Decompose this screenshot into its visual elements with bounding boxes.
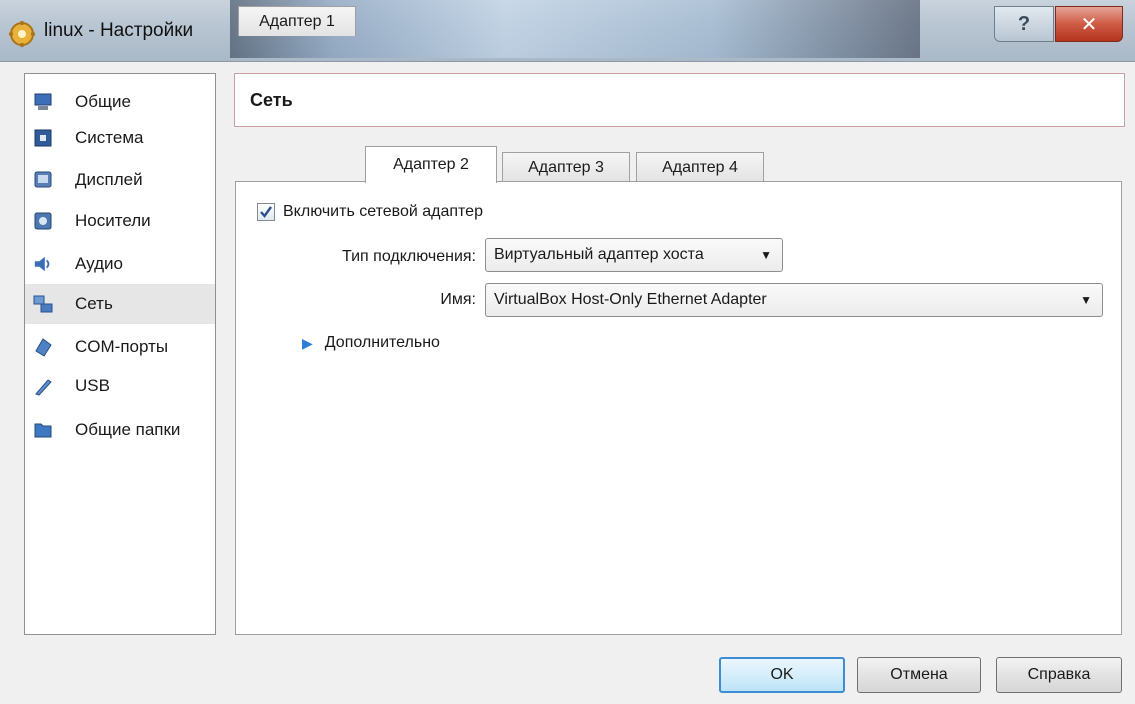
monitor-icon <box>33 92 53 112</box>
advanced-expander[interactable]: ▶ Дополнительно <box>302 334 440 352</box>
tab-label: Адаптер 4 <box>662 158 738 176</box>
chip-icon <box>33 128 53 148</box>
checkmark-icon <box>260 206 272 218</box>
sidebar-item-storage[interactable]: Носители <box>25 201 215 241</box>
attached-to-select[interactable]: Виртуальный адаптер хоста ▼ <box>485 238 783 272</box>
tab-adapter-4[interactable]: Адаптер 4 <box>636 152 764 182</box>
tab-adapter-1[interactable]: Адаптер 1 <box>238 6 356 36</box>
close-icon: ✕ <box>1080 13 1098 36</box>
help-window-button[interactable]: ? <box>994 6 1054 42</box>
app-gear-icon <box>9 21 35 47</box>
network-icon <box>33 294 53 314</box>
enable-adapter-label: Включить сетевой адаптер <box>283 203 483 220</box>
sidebar-item-label: USB <box>75 376 110 395</box>
ok-button[interactable]: OK <box>719 657 845 693</box>
tab-label: Адаптер 3 <box>528 158 604 176</box>
sidebar-item-system[interactable]: Система <box>25 118 215 158</box>
sidebar-item-network[interactable]: Сеть <box>25 284 215 324</box>
sidebar-item-serial-ports[interactable]: COM-порты <box>25 327 215 367</box>
enable-adapter-checkbox[interactable] <box>257 203 275 221</box>
tab-adapter-3[interactable]: Адаптер 3 <box>502 152 630 182</box>
usb-icon <box>33 376 53 396</box>
sidebar-item-usb[interactable]: USB <box>25 366 215 406</box>
expand-triangle-icon: ▶ <box>302 334 313 351</box>
tab-adapter-2[interactable]: Адаптер 2 <box>365 146 497 183</box>
tab-label: Адаптер 2 <box>393 156 469 173</box>
help-icon: ? <box>1017 12 1031 35</box>
adapter-name-label: Имя: <box>440 291 476 308</box>
sidebar-item-label: Дисплей <box>75 170 143 189</box>
sidebar-item-shared-folders[interactable]: Общие папки <box>25 410 215 450</box>
enable-adapter-row: Включить сетевой адаптер <box>257 203 483 221</box>
display-icon <box>33 170 53 190</box>
help-button[interactable]: Справка <box>996 657 1122 693</box>
section-header: Сеть <box>234 73 1125 127</box>
folder-icon <box>33 420 53 440</box>
sidebar-item-label: Носители <box>75 211 151 230</box>
sidebar-item-audio[interactable]: Аудио <box>25 244 215 284</box>
sidebar-item-label: Система <box>75 128 144 147</box>
attached-to-label: Тип подключения: <box>342 248 476 265</box>
adapter-name-value: VirtualBox Host-Only Ethernet Adapter <box>494 291 767 308</box>
advanced-label: Дополнительно <box>324 334 440 351</box>
dropdown-arrow-icon: ▼ <box>1080 293 1092 307</box>
sidebar-item-label: Сеть <box>75 294 113 313</box>
tab-label: Адаптер 1 <box>259 12 335 30</box>
attached-to-value: Виртуальный адаптер хоста <box>494 246 704 263</box>
adapter-name-select[interactable]: VirtualBox Host-Only Ethernet Adapter ▼ <box>485 283 1103 317</box>
sidebar-item-label: Общие папки <box>75 420 181 439</box>
window-title: linux - Настройки <box>44 20 194 41</box>
sidebar-item-label: Аудио <box>75 254 123 273</box>
serial-port-icon <box>33 337 53 357</box>
dropdown-arrow-icon: ▼ <box>760 248 772 262</box>
disk-icon <box>33 211 53 231</box>
sidebar-item-general[interactable]: Общие <box>25 82 215 122</box>
settings-category-list: Общие Система Дисплей Носители Аудио Сет… <box>24 73 216 635</box>
speaker-icon <box>33 254 53 274</box>
page-title: Сеть <box>250 90 293 110</box>
sidebar-item-display[interactable]: Дисплей <box>25 160 215 200</box>
title-bar: linux - Настройки ? ✕ <box>0 0 1135 62</box>
cancel-button[interactable]: Отмена <box>857 657 981 693</box>
sidebar-item-label: COM-порты <box>75 337 169 356</box>
sidebar-item-label: Общие <box>75 92 131 111</box>
close-window-button[interactable]: ✕ <box>1055 6 1123 42</box>
